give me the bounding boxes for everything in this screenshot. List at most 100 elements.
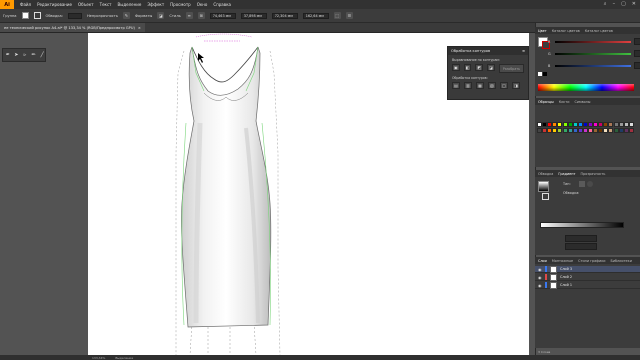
- isolate-icon[interactable]: ⬚: [333, 12, 341, 19]
- crop-icon[interactable]: ▧: [488, 82, 496, 89]
- slider-g[interactable]: G: [548, 50, 640, 57]
- menu-window[interactable]: Окно: [197, 2, 208, 7]
- minus-front-icon[interactable]: ◧: [463, 64, 472, 71]
- menu-help[interactable]: Справка: [213, 2, 231, 7]
- menu-view[interactable]: Просмотр: [170, 2, 191, 7]
- gradient-angle-field[interactable]: [565, 235, 597, 242]
- merge-icon[interactable]: ▦: [476, 82, 484, 89]
- minimize-icon[interactable]: –: [613, 1, 616, 7]
- slider-r-value[interactable]: [634, 38, 640, 45]
- visibility-eye-icon[interactable]: ◉: [538, 283, 542, 288]
- gradient-location-field[interactable]: [565, 243, 597, 250]
- fill-swatch[interactable]: [21, 12, 29, 19]
- visibility-eye-icon[interactable]: ◉: [538, 275, 542, 280]
- layer-color-bar: [545, 274, 547, 280]
- gradient-slider[interactable]: [540, 222, 624, 228]
- opacity-label[interactable]: Непрозрачность: [87, 14, 118, 18]
- arrange-icon[interactable]: ☰: [345, 12, 353, 19]
- tab-brushes[interactable]: Кисти: [559, 100, 570, 104]
- layer-name[interactable]: Слой 2: [560, 275, 572, 279]
- direct-selection-icon[interactable]: ▹: [22, 52, 28, 59]
- document-tab[interactable]: ее технический рисунок А4.ai* @ 133,34 %…: [0, 23, 145, 32]
- tab-gradient[interactable]: Градиент: [558, 172, 575, 176]
- tab-stroke[interactable]: Обводка: [538, 172, 553, 176]
- stroke-swatch[interactable]: [33, 12, 41, 19]
- tab-layers[interactable]: Слои: [538, 259, 547, 263]
- tab-swatches[interactable]: Образцы: [538, 100, 554, 104]
- layer-name[interactable]: Слой 1: [560, 283, 572, 287]
- white-chip[interactable]: [538, 72, 542, 76]
- radial-gradient-icon[interactable]: [587, 181, 593, 187]
- menu-object[interactable]: Объект: [78, 2, 94, 7]
- intersect-icon[interactable]: ◩: [475, 64, 484, 71]
- align-icon[interactable]: ≡: [185, 12, 193, 19]
- tab-color[interactable]: Цвет: [538, 29, 547, 33]
- tab-symbols[interactable]: Символы: [574, 100, 590, 104]
- menu-select[interactable]: Выделение: [117, 2, 141, 7]
- selection-type-label: Группа: [3, 13, 17, 18]
- width-field[interactable]: 72,304 мм: [271, 12, 298, 19]
- tab-graphic-styles[interactable]: Стили графики: [578, 259, 605, 263]
- linear-gradient-icon[interactable]: [579, 181, 585, 187]
- format-label[interactable]: Форматы: [135, 14, 152, 18]
- trim-icon[interactable]: ▥: [464, 82, 472, 89]
- tools-area: [0, 33, 50, 355]
- zoom-level[interactable]: 133,34%: [92, 356, 105, 360]
- swatch-chip[interactable]: [628, 122, 634, 127]
- search-icon[interactable]: ⌕: [604, 1, 607, 7]
- style-label[interactable]: Стиль: [169, 14, 180, 18]
- x-field[interactable]: 74,463 мм: [209, 12, 236, 19]
- menu-type[interactable]: Текст: [100, 2, 112, 7]
- visibility-eye-icon[interactable]: ◉: [538, 267, 542, 272]
- brush-icon[interactable]: ✎: [122, 12, 130, 19]
- slider-b[interactable]: B: [548, 62, 640, 69]
- divide-icon[interactable]: ▤: [452, 82, 460, 89]
- exclude-icon[interactable]: ◪: [487, 64, 495, 71]
- unite-icon[interactable]: ▣: [452, 64, 460, 71]
- swatch-chip[interactable]: [628, 127, 634, 133]
- pathfinder-panel: Обработка контуров ≡ Выравнивание по кон…: [447, 46, 529, 100]
- black-chip[interactable]: [543, 72, 547, 76]
- gradient-preview[interactable]: [538, 181, 549, 192]
- pencil-tool-icon[interactable]: ✏: [31, 52, 37, 59]
- minus-back-icon[interactable]: ◨: [512, 82, 520, 89]
- layer-row[interactable]: ◉ Слой 3: [535, 265, 640, 273]
- y-field[interactable]: 37,898 мм: [240, 12, 267, 19]
- tab-libraries[interactable]: Библиотеки: [611, 259, 632, 263]
- selection-tool-icon[interactable]: ➤: [14, 52, 20, 59]
- height-field[interactable]: 162,64 мм: [302, 12, 329, 19]
- color-panel-tabs: Цвет Каталог цветов Каталог цветов: [535, 27, 640, 34]
- menu-file[interactable]: Файл: [20, 2, 31, 7]
- shape-modes-label: Выравнивание по контурам:: [452, 58, 500, 62]
- tab-artboards[interactable]: Монтажные: [552, 259, 573, 263]
- tab-color-catalog[interactable]: Каталог цветов: [585, 29, 613, 33]
- gradient-stroke-swatch[interactable]: [542, 193, 549, 200]
- transform-icon[interactable]: ⊞: [197, 12, 205, 19]
- slider-b-track[interactable]: [555, 64, 631, 67]
- close-tab-icon[interactable]: ×: [138, 26, 141, 30]
- stroke-weight-field[interactable]: [67, 12, 82, 19]
- slider-r[interactable]: R: [548, 38, 640, 45]
- maximize-icon[interactable]: ▢: [621, 1, 626, 7]
- layer-row[interactable]: ◉ Слой 2: [535, 273, 640, 281]
- menu-bar: Ai Файл Редактирование Объект Текст Выде…: [0, 0, 640, 9]
- slider-g-track[interactable]: [555, 52, 631, 55]
- pen-tool-icon[interactable]: ✒: [5, 52, 11, 59]
- close-icon[interactable]: ✕: [632, 1, 636, 7]
- outline-icon[interactable]: □: [500, 82, 508, 89]
- slider-g-value[interactable]: [634, 50, 640, 57]
- style-icon[interactable]: ◪: [157, 12, 165, 19]
- slider-b-value[interactable]: [634, 62, 640, 69]
- layer-name[interactable]: Слой 3: [560, 267, 572, 271]
- status-bar: 133,34% Выделение: [0, 355, 640, 360]
- tab-color-guide[interactable]: Каталог цветов: [552, 29, 580, 33]
- tab-transparency[interactable]: Прозрачность: [580, 172, 605, 176]
- line-tool-icon[interactable]: ╱: [39, 52, 45, 59]
- panel-menu-icon[interactable]: ≡: [522, 49, 525, 53]
- slider-r-track[interactable]: [555, 40, 631, 43]
- layer-row[interactable]: ◉ Слой 1: [535, 281, 640, 289]
- expand-button[interactable]: Разобрать: [498, 64, 525, 73]
- pathfinder-title[interactable]: Обработка контуров: [451, 49, 490, 53]
- menu-edit[interactable]: Редактирование: [37, 2, 72, 7]
- menu-effect[interactable]: Эффект: [147, 2, 164, 7]
